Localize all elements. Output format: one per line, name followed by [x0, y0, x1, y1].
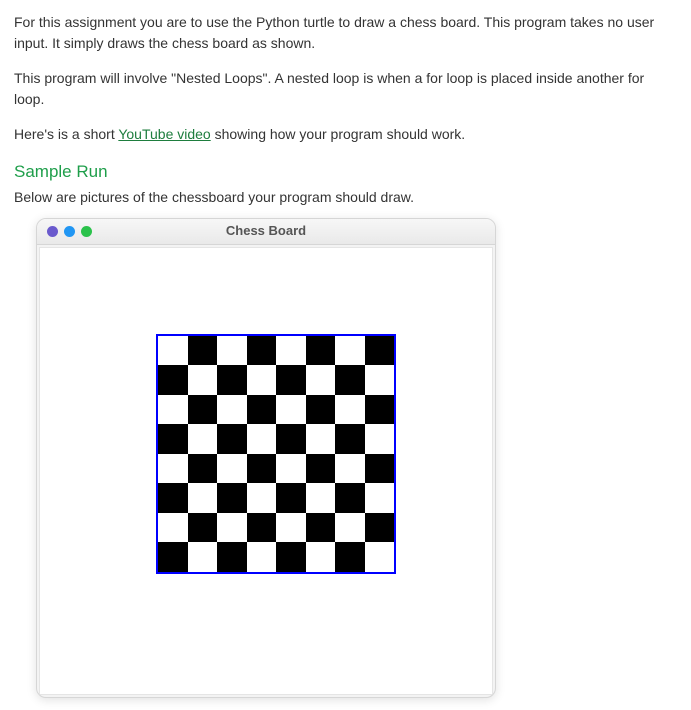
link-suffix-text: showing how your program should work.	[211, 126, 465, 142]
chess-square	[365, 365, 395, 395]
chess-square	[306, 424, 336, 454]
youtube-link[interactable]: YouTube video	[118, 126, 210, 142]
chess-square	[188, 542, 218, 572]
chess-square	[158, 454, 188, 484]
chess-square	[276, 454, 306, 484]
chess-square	[247, 395, 277, 425]
chess-square	[335, 542, 365, 572]
chess-square	[276, 513, 306, 543]
chessboard-window: Chess Board	[36, 218, 496, 698]
chess-square	[276, 424, 306, 454]
chess-square	[188, 513, 218, 543]
chess-square	[158, 542, 188, 572]
chess-square	[217, 454, 247, 484]
chess-square	[158, 395, 188, 425]
chess-square	[276, 395, 306, 425]
chess-square	[365, 424, 395, 454]
sample-run-subtext: Below are pictures of the chessboard you…	[14, 187, 677, 208]
chess-square	[247, 542, 277, 572]
chess-square	[188, 454, 218, 484]
chess-square	[188, 336, 218, 366]
chess-square	[335, 483, 365, 513]
link-paragraph: Here's is a short YouTube video showing …	[14, 124, 677, 145]
chess-square	[188, 483, 218, 513]
chess-square	[247, 454, 277, 484]
chess-square	[276, 336, 306, 366]
chess-square	[365, 336, 395, 366]
chess-square	[306, 395, 336, 425]
chess-square	[217, 424, 247, 454]
chess-square	[217, 336, 247, 366]
chess-square	[276, 483, 306, 513]
sample-run-heading: Sample Run	[14, 159, 677, 185]
chess-square	[335, 424, 365, 454]
chess-square	[247, 424, 277, 454]
chess-square	[217, 365, 247, 395]
chess-square	[306, 336, 336, 366]
chess-square	[365, 513, 395, 543]
chess-square	[306, 483, 336, 513]
intro-paragraph: For this assignment you are to use the P…	[14, 12, 677, 54]
chess-square	[158, 336, 188, 366]
chess-square	[365, 483, 395, 513]
chess-square	[335, 454, 365, 484]
chess-square	[306, 365, 336, 395]
chess-square	[335, 395, 365, 425]
chessboard	[156, 334, 396, 574]
chess-square	[247, 483, 277, 513]
chess-square	[335, 365, 365, 395]
chess-square	[365, 395, 395, 425]
chess-square	[247, 365, 277, 395]
chess-square	[335, 336, 365, 366]
chess-square	[158, 365, 188, 395]
chess-square	[365, 542, 395, 572]
chess-square	[306, 454, 336, 484]
chess-square	[188, 365, 218, 395]
nested-loops-paragraph: This program will involve "Nested Loops"…	[14, 68, 677, 110]
chess-square	[276, 542, 306, 572]
chess-square	[188, 395, 218, 425]
chess-square	[217, 513, 247, 543]
window-body	[39, 247, 493, 695]
chess-square	[247, 513, 277, 543]
chess-square	[158, 483, 188, 513]
chess-square	[247, 336, 277, 366]
chess-square	[335, 513, 365, 543]
turtle-canvas	[48, 256, 488, 686]
chess-square	[188, 424, 218, 454]
chess-square	[306, 513, 336, 543]
link-prefix-text: Here's is a short	[14, 126, 118, 142]
chess-square	[158, 513, 188, 543]
chess-square	[306, 542, 336, 572]
chess-square	[158, 424, 188, 454]
chess-square	[217, 395, 247, 425]
chess-square	[276, 365, 306, 395]
chess-square	[217, 542, 247, 572]
window-titlebar: Chess Board	[37, 219, 495, 245]
chess-square	[217, 483, 247, 513]
chess-square	[365, 454, 395, 484]
window-title: Chess Board	[37, 221, 495, 241]
